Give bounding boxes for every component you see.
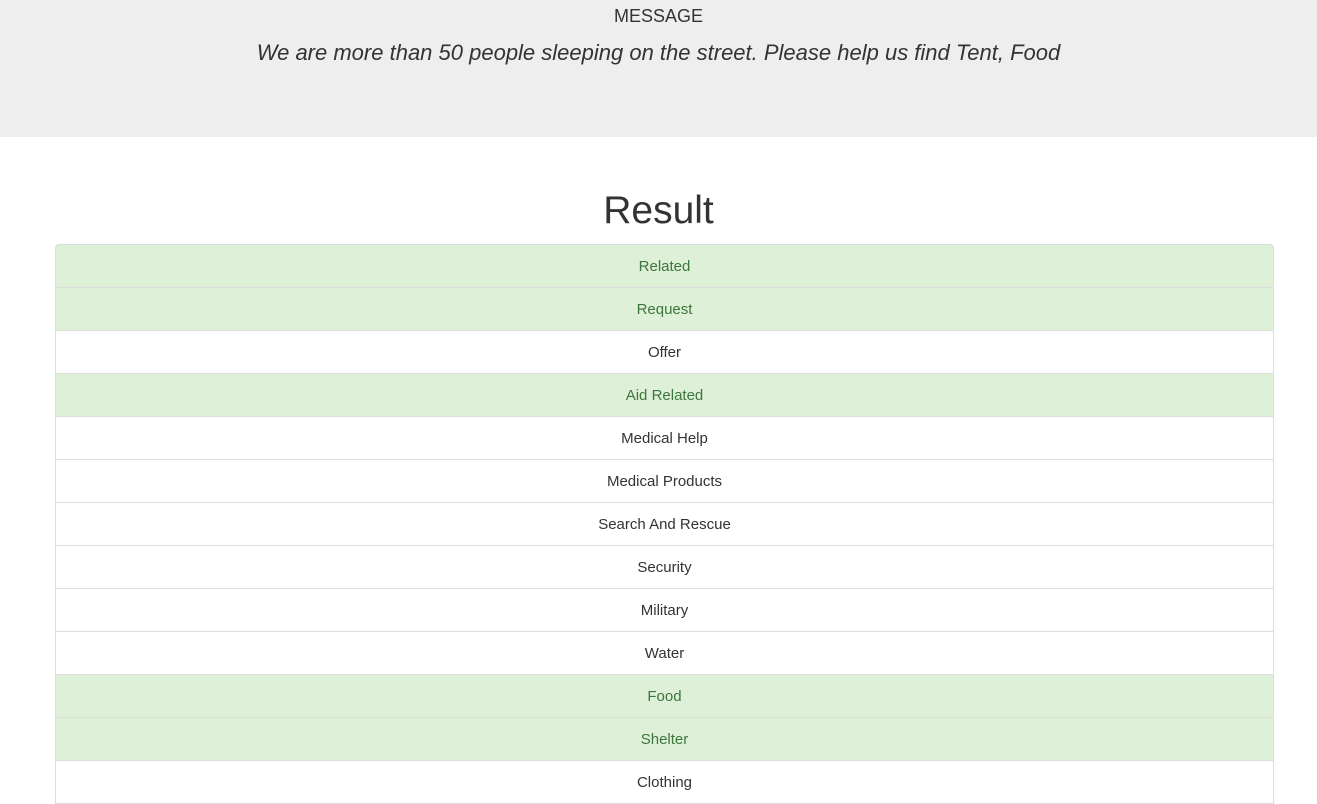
- category-item: Security: [55, 545, 1274, 589]
- category-item: Medical Products: [55, 459, 1274, 503]
- category-item: Clothing: [55, 760, 1274, 804]
- result-title: Result: [603, 189, 714, 232]
- category-item: Medical Help: [55, 416, 1274, 460]
- category-item: Search And Rescue: [55, 502, 1274, 546]
- message-text: We are more than 50 people sleeping on t…: [256, 40, 1061, 65]
- category-item: Water: [55, 631, 1274, 675]
- category-item: Request: [55, 287, 1274, 331]
- category-item: Food: [55, 674, 1274, 718]
- message-banner: MESSAGE We are more than 50 people sleep…: [0, 0, 1317, 137]
- category-item: Military: [55, 588, 1274, 632]
- category-item: Offer: [55, 330, 1274, 374]
- category-list: Related Request Offer Aid Related Medical He…: [55, 244, 1274, 804]
- message-label: MESSAGE: [613, 6, 704, 26]
- category-item: Related: [55, 244, 1274, 288]
- category-item: Aid Related: [55, 373, 1274, 417]
- category-item: Shelter: [55, 717, 1274, 761]
